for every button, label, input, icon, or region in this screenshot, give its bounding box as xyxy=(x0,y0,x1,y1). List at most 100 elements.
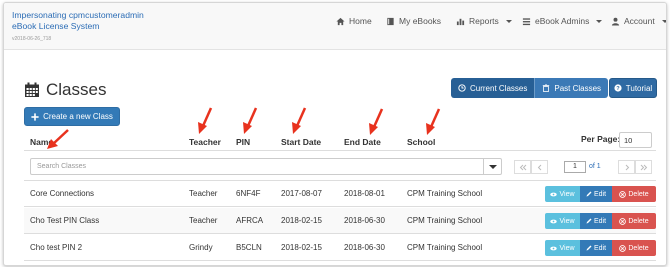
view-label: View xyxy=(559,217,575,225)
top-navbar: Impersonating cpmcustomeradmin eBook Lic… xyxy=(4,3,666,50)
last-page-icon xyxy=(640,164,647,170)
view-label: View xyxy=(559,190,575,198)
start-date-cell: 2017-08-07 xyxy=(281,189,322,198)
annotation-arrow-icon xyxy=(47,129,69,149)
teacher-cell: Teacher xyxy=(189,216,218,225)
nav-my-ebooks-label: My eBooks xyxy=(399,16,442,26)
last-page-button[interactable] xyxy=(635,160,652,174)
page-number-input[interactable]: 1 xyxy=(564,161,586,173)
clock-icon xyxy=(458,84,466,92)
eye-icon xyxy=(550,219,558,223)
nav-account[interactable]: Account xyxy=(611,16,666,26)
plus-icon xyxy=(31,112,39,121)
start-date-cell: 2018-02-15 xyxy=(281,216,322,225)
tutorial-button[interactable]: ? Tutorial xyxy=(609,78,657,98)
create-class-label: Create a new Class xyxy=(43,112,113,121)
app-window: Impersonating cpmcustomeradmin eBook Lic… xyxy=(3,2,667,266)
per-page-input[interactable]: 10 xyxy=(619,132,652,148)
nav-home-label: Home xyxy=(349,16,372,26)
view-label: View xyxy=(559,244,575,252)
page-title: Classes xyxy=(24,80,106,100)
end-date-cell: 2018-08-01 xyxy=(344,189,385,198)
nav-home[interactable]: Home xyxy=(336,16,372,26)
version-label: v2018-06-26_718 xyxy=(12,36,52,42)
school-cell: CPM Training School xyxy=(407,189,483,198)
edit-label: Edit xyxy=(593,217,607,225)
delete-button[interactable]: Delete xyxy=(612,240,656,256)
class-filter-toggle: Current Classes Past Classes xyxy=(451,78,609,98)
past-classes-label: Past Classes xyxy=(554,83,602,93)
edit-label: Edit xyxy=(593,244,607,252)
chevron-down-icon xyxy=(596,19,603,23)
table-row: Core Connections Teacher 6NF4F 2017-08-0… xyxy=(24,181,656,207)
current-classes-label: Current Classes xyxy=(470,83,528,93)
annotation-arrow-icon xyxy=(198,107,213,134)
column-header-end-date[interactable]: End Date xyxy=(344,137,381,147)
pin-cell: AFRCA xyxy=(236,216,264,225)
nav-ebook-admins[interactable]: eBook Admins xyxy=(522,16,603,26)
edit-button[interactable]: Edit xyxy=(580,240,612,256)
pencil-icon xyxy=(586,218,592,224)
first-page-icon xyxy=(519,164,526,170)
annotation-arrow-icon xyxy=(369,108,384,135)
pencil-icon xyxy=(586,245,592,251)
annotation-arrow-icon xyxy=(426,108,441,135)
edit-label: Edit xyxy=(593,190,607,198)
page-title-text: Classes xyxy=(46,80,107,99)
end-date-cell: 2018-06-30 xyxy=(344,243,385,252)
view-button[interactable]: View xyxy=(545,186,580,202)
search-dropdown-button[interactable] xyxy=(483,158,502,175)
end-date-cell: 2018-06-30 xyxy=(344,216,385,225)
times-circle-icon xyxy=(619,217,627,225)
tutorial-label: Tutorial xyxy=(625,83,653,93)
svg-text:?: ? xyxy=(616,86,620,92)
user-icon xyxy=(611,17,620,26)
chevron-right-icon xyxy=(625,164,629,170)
create-class-button[interactable]: Create a new Class xyxy=(24,107,120,126)
delete-label: Delete xyxy=(628,217,649,225)
column-header-school[interactable]: School xyxy=(407,137,435,147)
first-page-button[interactable] xyxy=(514,160,531,174)
class-name-cell: Cho Test PIN Class xyxy=(30,216,100,225)
brand-impersonation-text: Impersonating cpmcustomeradmin xyxy=(12,10,144,20)
pin-cell: 6NF4F xyxy=(236,189,261,198)
previous-page-button[interactable] xyxy=(531,160,548,174)
search-input[interactable]: Search Classes xyxy=(30,158,484,175)
trash-icon xyxy=(543,84,550,92)
per-page-label: Per Page: xyxy=(581,134,621,144)
nav-reports-label: Reports xyxy=(469,16,499,26)
delete-label: Delete xyxy=(628,190,649,198)
table-row: Cho Test PIN Class Teacher AFRCA 2018-02… xyxy=(24,208,656,234)
brand-link[interactable]: Impersonating cpmcustomeradmin eBook Lic… xyxy=(12,10,144,32)
past-classes-button[interactable]: Past Classes xyxy=(534,78,609,98)
table-row: Cho test PIN 2 Grindy B5CLN 2018-02-15 2… xyxy=(24,235,656,261)
page-count-label: of 1 xyxy=(589,163,601,170)
home-icon xyxy=(336,17,345,26)
bar-chart-icon xyxy=(456,17,465,26)
pencil-icon xyxy=(586,191,592,197)
edit-button[interactable]: Edit xyxy=(580,186,612,202)
chevron-down-icon xyxy=(505,19,512,23)
nav-my-ebooks[interactable]: My eBooks xyxy=(386,16,441,26)
nav-reports[interactable]: Reports xyxy=(456,16,512,26)
teacher-cell: Teacher xyxy=(189,189,218,198)
view-button[interactable]: View xyxy=(545,240,580,256)
class-name-cell: Cho test PIN 2 xyxy=(30,243,83,252)
eye-icon xyxy=(550,246,558,250)
column-header-teacher[interactable]: Teacher xyxy=(189,137,221,147)
current-classes-button[interactable]: Current Classes xyxy=(451,78,535,98)
times-circle-icon xyxy=(619,244,627,252)
class-name-cell: Core Connections xyxy=(30,189,95,198)
delete-button[interactable]: Delete xyxy=(612,186,656,202)
column-header-pin[interactable]: PIN xyxy=(236,137,250,147)
caret-down-icon xyxy=(488,164,497,169)
calendar-icon xyxy=(24,82,40,98)
view-button[interactable]: View xyxy=(545,213,580,229)
teacher-cell: Grindy xyxy=(189,243,213,252)
chevron-down-icon xyxy=(661,19,666,23)
next-page-button[interactable] xyxy=(618,160,635,174)
delete-button[interactable]: Delete xyxy=(612,213,656,229)
delete-label: Delete xyxy=(628,244,649,252)
column-header-start-date[interactable]: Start Date xyxy=(281,137,321,147)
edit-button[interactable]: Edit xyxy=(580,213,612,229)
